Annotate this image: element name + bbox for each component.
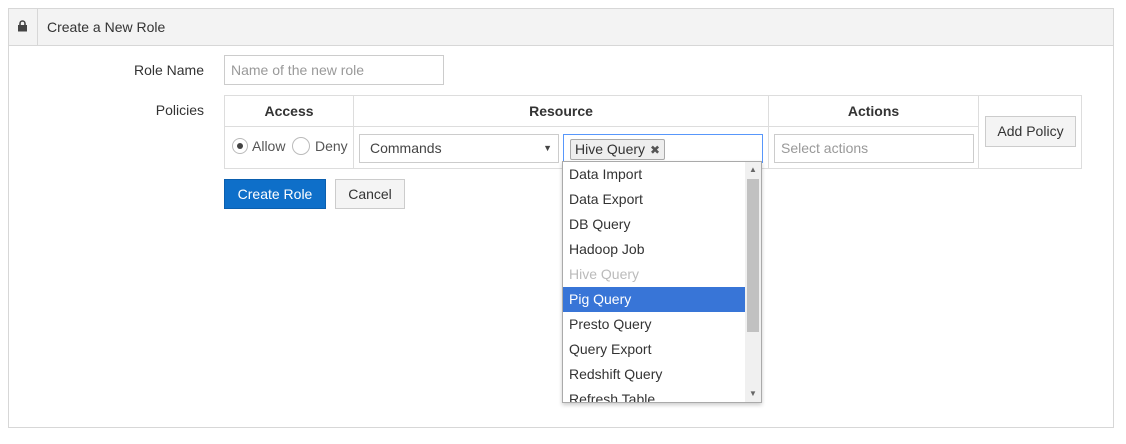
role-name-input[interactable]: Name of the new role	[224, 55, 444, 85]
deny-label: Deny	[315, 138, 348, 154]
caret-down-icon: ▼	[543, 143, 552, 153]
scroll-up-icon[interactable]: ▲	[745, 162, 761, 178]
role-name-placeholder: Name of the new role	[231, 62, 365, 78]
resource-type-select[interactable]: Commands ▼	[359, 134, 559, 163]
dropdown-item-data-import[interactable]: Data Import	[563, 162, 745, 187]
actions-header: Actions	[768, 95, 979, 127]
policies-label: Policies	[155, 102, 204, 118]
add-policy-cell: Add Policy	[978, 95, 1082, 169]
dropdown-item-query-export[interactable]: Query Export	[563, 337, 745, 362]
dropdown-item-hadoop-job[interactable]: Hadoop Job	[563, 237, 745, 262]
resource-tag-label: Hive Query	[575, 141, 646, 157]
dropdown-item-pig-query[interactable]: Pig Query	[563, 287, 745, 312]
add-policy-button[interactable]: Add Policy	[985, 116, 1076, 147]
allow-radio[interactable]	[232, 138, 248, 154]
access-cell: Allow Deny	[224, 126, 354, 169]
resource-type-value: Commands	[370, 140, 442, 156]
dropdown-item-redshift-query[interactable]: Redshift Query	[563, 362, 745, 387]
resource-tag: Hive Query ✖	[570, 139, 666, 160]
dropdown-scrollbar[interactable]: ▲ ▼	[745, 162, 761, 402]
dropdown-item-presto-query[interactable]: Presto Query	[563, 312, 745, 337]
cancel-button[interactable]: Cancel	[335, 179, 405, 209]
actions-cell: Select actions	[768, 126, 979, 169]
scroll-thumb[interactable]	[747, 179, 759, 332]
policies-header-row: Access Resource Actions Add Policy	[224, 95, 1082, 169]
resource-multiselect[interactable]: Hive Query ✖	[563, 134, 763, 163]
lock-cell	[9, 9, 38, 45]
resource-dropdown: Data Import Data Export DB Query Hadoop …	[562, 161, 762, 403]
resource-header: Resource	[353, 95, 769, 127]
policies-table: Access Resource Actions Add Policy Allow…	[224, 95, 1082, 169]
access-header: Access	[224, 95, 354, 127]
role-name-label: Role Name	[133, 62, 204, 78]
lock-icon	[18, 20, 27, 32]
panel-header: Create a New Role	[9, 9, 1113, 46]
dropdown-item-db-query[interactable]: DB Query	[563, 212, 745, 237]
scroll-down-icon[interactable]: ▼	[745, 386, 761, 402]
dropdown-item-refresh-table[interactable]: Refresh Table	[563, 387, 745, 402]
actions-placeholder: Select actions	[781, 140, 869, 156]
actions-input[interactable]: Select actions	[774, 134, 974, 163]
dropdown-item-data-export[interactable]: Data Export	[563, 187, 745, 212]
deny-radio[interactable]	[292, 137, 310, 155]
allow-label: Allow	[252, 138, 286, 154]
dropdown-item-hive-query: Hive Query	[569, 266, 640, 282]
create-role-button[interactable]: Create Role	[224, 179, 326, 209]
remove-tag-icon[interactable]: ✖	[650, 143, 660, 157]
panel-title: Create a New Role	[47, 19, 166, 35]
